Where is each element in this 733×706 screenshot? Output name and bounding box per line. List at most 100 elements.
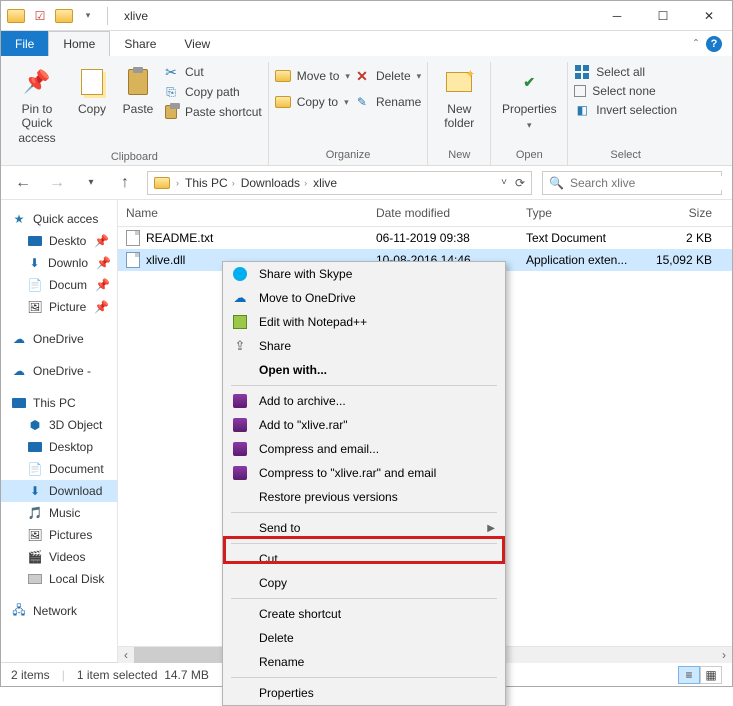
qat-newfolder-icon[interactable] <box>55 7 73 25</box>
select-all-button[interactable]: Select all <box>574 64 677 80</box>
crumb-xlive[interactable]: xlive <box>313 176 337 190</box>
ctx-rename[interactable]: Rename <box>223 650 505 674</box>
status-selected: 1 item selected 14.7 MB <box>77 668 209 682</box>
group-open-label: Open <box>497 147 561 163</box>
tab-view[interactable]: View <box>170 31 224 56</box>
invert-selection-button[interactable]: ◧Invert selection <box>574 102 677 118</box>
file-row[interactable]: README.txt 06-11-2019 09:38 Text Documen… <box>118 227 732 249</box>
view-large-icons-button[interactable]: ▦ <box>700 666 722 684</box>
ribbon: 📌Pin to Quick access Copy Paste ✂Cut ⎘Co… <box>1 56 732 166</box>
crumb-thispc[interactable]: This PC› <box>185 176 235 190</box>
sidebar-qa-desktop[interactable]: Deskto📌 <box>1 230 117 252</box>
col-size[interactable]: Size <box>648 206 732 220</box>
sidebar-desktop[interactable]: Desktop <box>1 436 117 458</box>
file-icon <box>126 230 140 246</box>
address-bar[interactable]: › This PC› Downloads› xlive ˅ ⟳ <box>147 171 532 195</box>
select-none-button[interactable]: Select none <box>574 84 677 98</box>
sidebar-localdisk[interactable]: Local Disk <box>1 568 117 590</box>
rename-button[interactable]: ✎Rename <box>354 94 421 110</box>
file-icon <box>126 252 140 268</box>
refresh-icon[interactable]: ⟳ <box>515 176 525 190</box>
col-date[interactable]: Date modified <box>368 206 518 220</box>
sidebar-pictures[interactable]: 🖼Pictures <box>1 524 117 546</box>
paste-button[interactable]: Paste <box>117 62 159 120</box>
maximize-button[interactable]: ☐ <box>640 1 686 31</box>
tab-home[interactable]: Home <box>48 31 110 56</box>
group-new-label: New <box>434 147 484 163</box>
close-button[interactable]: ✕ <box>686 1 732 31</box>
group-clipboard-label: Clipboard <box>7 149 262 165</box>
ctx-copy[interactable]: Copy <box>223 571 505 595</box>
copy-button[interactable]: Copy <box>71 62 113 120</box>
view-details-button[interactable]: ≡ <box>678 666 700 684</box>
tab-file[interactable]: File <box>1 31 48 56</box>
sidebar-downloads[interactable]: ⬇Download <box>1 480 117 502</box>
sidebar-documents[interactable]: 📄Document <box>1 458 117 480</box>
paste-shortcut-button[interactable]: Paste shortcut <box>163 104 262 120</box>
sidebar-quickaccess[interactable]: ★Quick acces <box>1 208 117 230</box>
new-folder-button[interactable]: New folder <box>434 62 484 135</box>
ribbon-collapse-icon[interactable]: ˆ <box>694 37 698 51</box>
nav-recent-dropdown[interactable]: ▾ <box>79 171 103 195</box>
sidebar-thispc[interactable]: This PC <box>1 392 117 414</box>
sidebar-videos[interactable]: 🎬Videos <box>1 546 117 568</box>
context-menu: Share with Skype ☁Move to OneDrive Edit … <box>222 261 506 706</box>
title-bar: ☑ ▾ xlive ─ ☐ ✕ <box>1 1 732 31</box>
nav-back-button[interactable]: ← <box>11 171 35 195</box>
group-select-label: Select <box>574 147 677 163</box>
ctx-compress-xlive-email[interactable]: Compress to "xlive.rar" and email <box>223 461 505 485</box>
nav-forward-button[interactable]: → <box>45 171 69 195</box>
move-to-button[interactable]: Move to▾ <box>275 68 350 84</box>
sidebar-qa-downloads[interactable]: ⬇Downlo📌 <box>1 252 117 274</box>
col-type[interactable]: Type <box>518 206 648 220</box>
ctx-delete[interactable]: Delete <box>223 626 505 650</box>
column-headers[interactable]: Name Date modified Type Size <box>118 200 732 227</box>
minimize-button[interactable]: ─ <box>594 1 640 31</box>
search-box[interactable]: 🔍 <box>542 171 722 195</box>
ribbon-tabs: File Home Share View ˆ ? <box>1 31 732 56</box>
sidebar-network[interactable]: 🖧Network <box>1 600 117 622</box>
status-item-count: 2 items <box>11 668 50 682</box>
search-icon: 🔍 <box>549 176 564 190</box>
search-input[interactable] <box>570 176 725 190</box>
ctx-move-onedrive[interactable]: ☁Move to OneDrive <box>223 286 505 310</box>
sidebar-qa-pictures[interactable]: 🖼Picture📌 <box>1 296 117 318</box>
properties-button[interactable]: ✔Properties▾ <box>497 62 561 135</box>
ctx-restore-versions[interactable]: Restore previous versions <box>223 485 505 509</box>
ctx-add-archive[interactable]: Add to archive... <box>223 389 505 413</box>
ctx-share[interactable]: ⇪Share <box>223 334 505 358</box>
qat-dropdown-icon[interactable]: ▾ <box>79 7 97 25</box>
sidebar-onedrive[interactable]: ☁OneDrive <box>1 328 117 350</box>
nav-pane[interactable]: ★Quick acces Deskto📌 ⬇Downlo📌 📄Docum📌 🖼P… <box>1 200 118 662</box>
ctx-share-skype[interactable]: Share with Skype <box>223 262 505 286</box>
nav-row: ← → ▾ ↑ › This PC› Downloads› xlive ˅ ⟳ … <box>1 166 732 200</box>
ctx-create-shortcut[interactable]: Create shortcut <box>223 602 505 626</box>
group-organize-label: Organize <box>275 147 422 163</box>
cut-button[interactable]: ✂Cut <box>163 64 262 80</box>
sidebar-qa-documents[interactable]: 📄Docum📌 <box>1 274 117 296</box>
copy-path-button[interactable]: ⎘Copy path <box>163 84 262 100</box>
crumb-downloads[interactable]: Downloads› <box>241 176 307 190</box>
delete-button[interactable]: ✕Delete▾ <box>354 68 421 84</box>
ctx-add-xlive-rar[interactable]: Add to "xlive.rar" <box>223 413 505 437</box>
ctx-edit-notepadpp[interactable]: Edit with Notepad++ <box>223 310 505 334</box>
app-folder-icon <box>7 7 25 25</box>
qat-properties-icon[interactable]: ☑ <box>31 7 49 25</box>
sidebar-3dobjects[interactable]: ⬢3D Object <box>1 414 117 436</box>
tab-share[interactable]: Share <box>110 31 170 56</box>
window-title: xlive <box>118 9 148 23</box>
pin-quickaccess-button[interactable]: 📌Pin to Quick access <box>7 62 67 149</box>
nav-up-button[interactable]: ↑ <box>113 171 137 195</box>
ctx-compress-email[interactable]: Compress and email... <box>223 437 505 461</box>
help-icon[interactable]: ? <box>706 36 722 52</box>
sidebar-onedrive2[interactable]: ☁OneDrive - <box>1 360 117 382</box>
copy-to-button[interactable]: Copy to▾ <box>275 94 350 110</box>
addr-dropdown-icon[interactable]: ˅ <box>501 177 507 188</box>
addr-folder-icon <box>154 177 170 189</box>
ctx-properties[interactable]: Properties <box>223 681 505 705</box>
ctx-send-to[interactable]: Send to▶ <box>223 516 505 540</box>
sidebar-music[interactable]: 🎵Music <box>1 502 117 524</box>
ctx-cut[interactable]: Cut <box>223 547 505 571</box>
col-name[interactable]: Name <box>118 206 368 220</box>
ctx-open-with[interactable]: Open with... <box>223 358 505 382</box>
